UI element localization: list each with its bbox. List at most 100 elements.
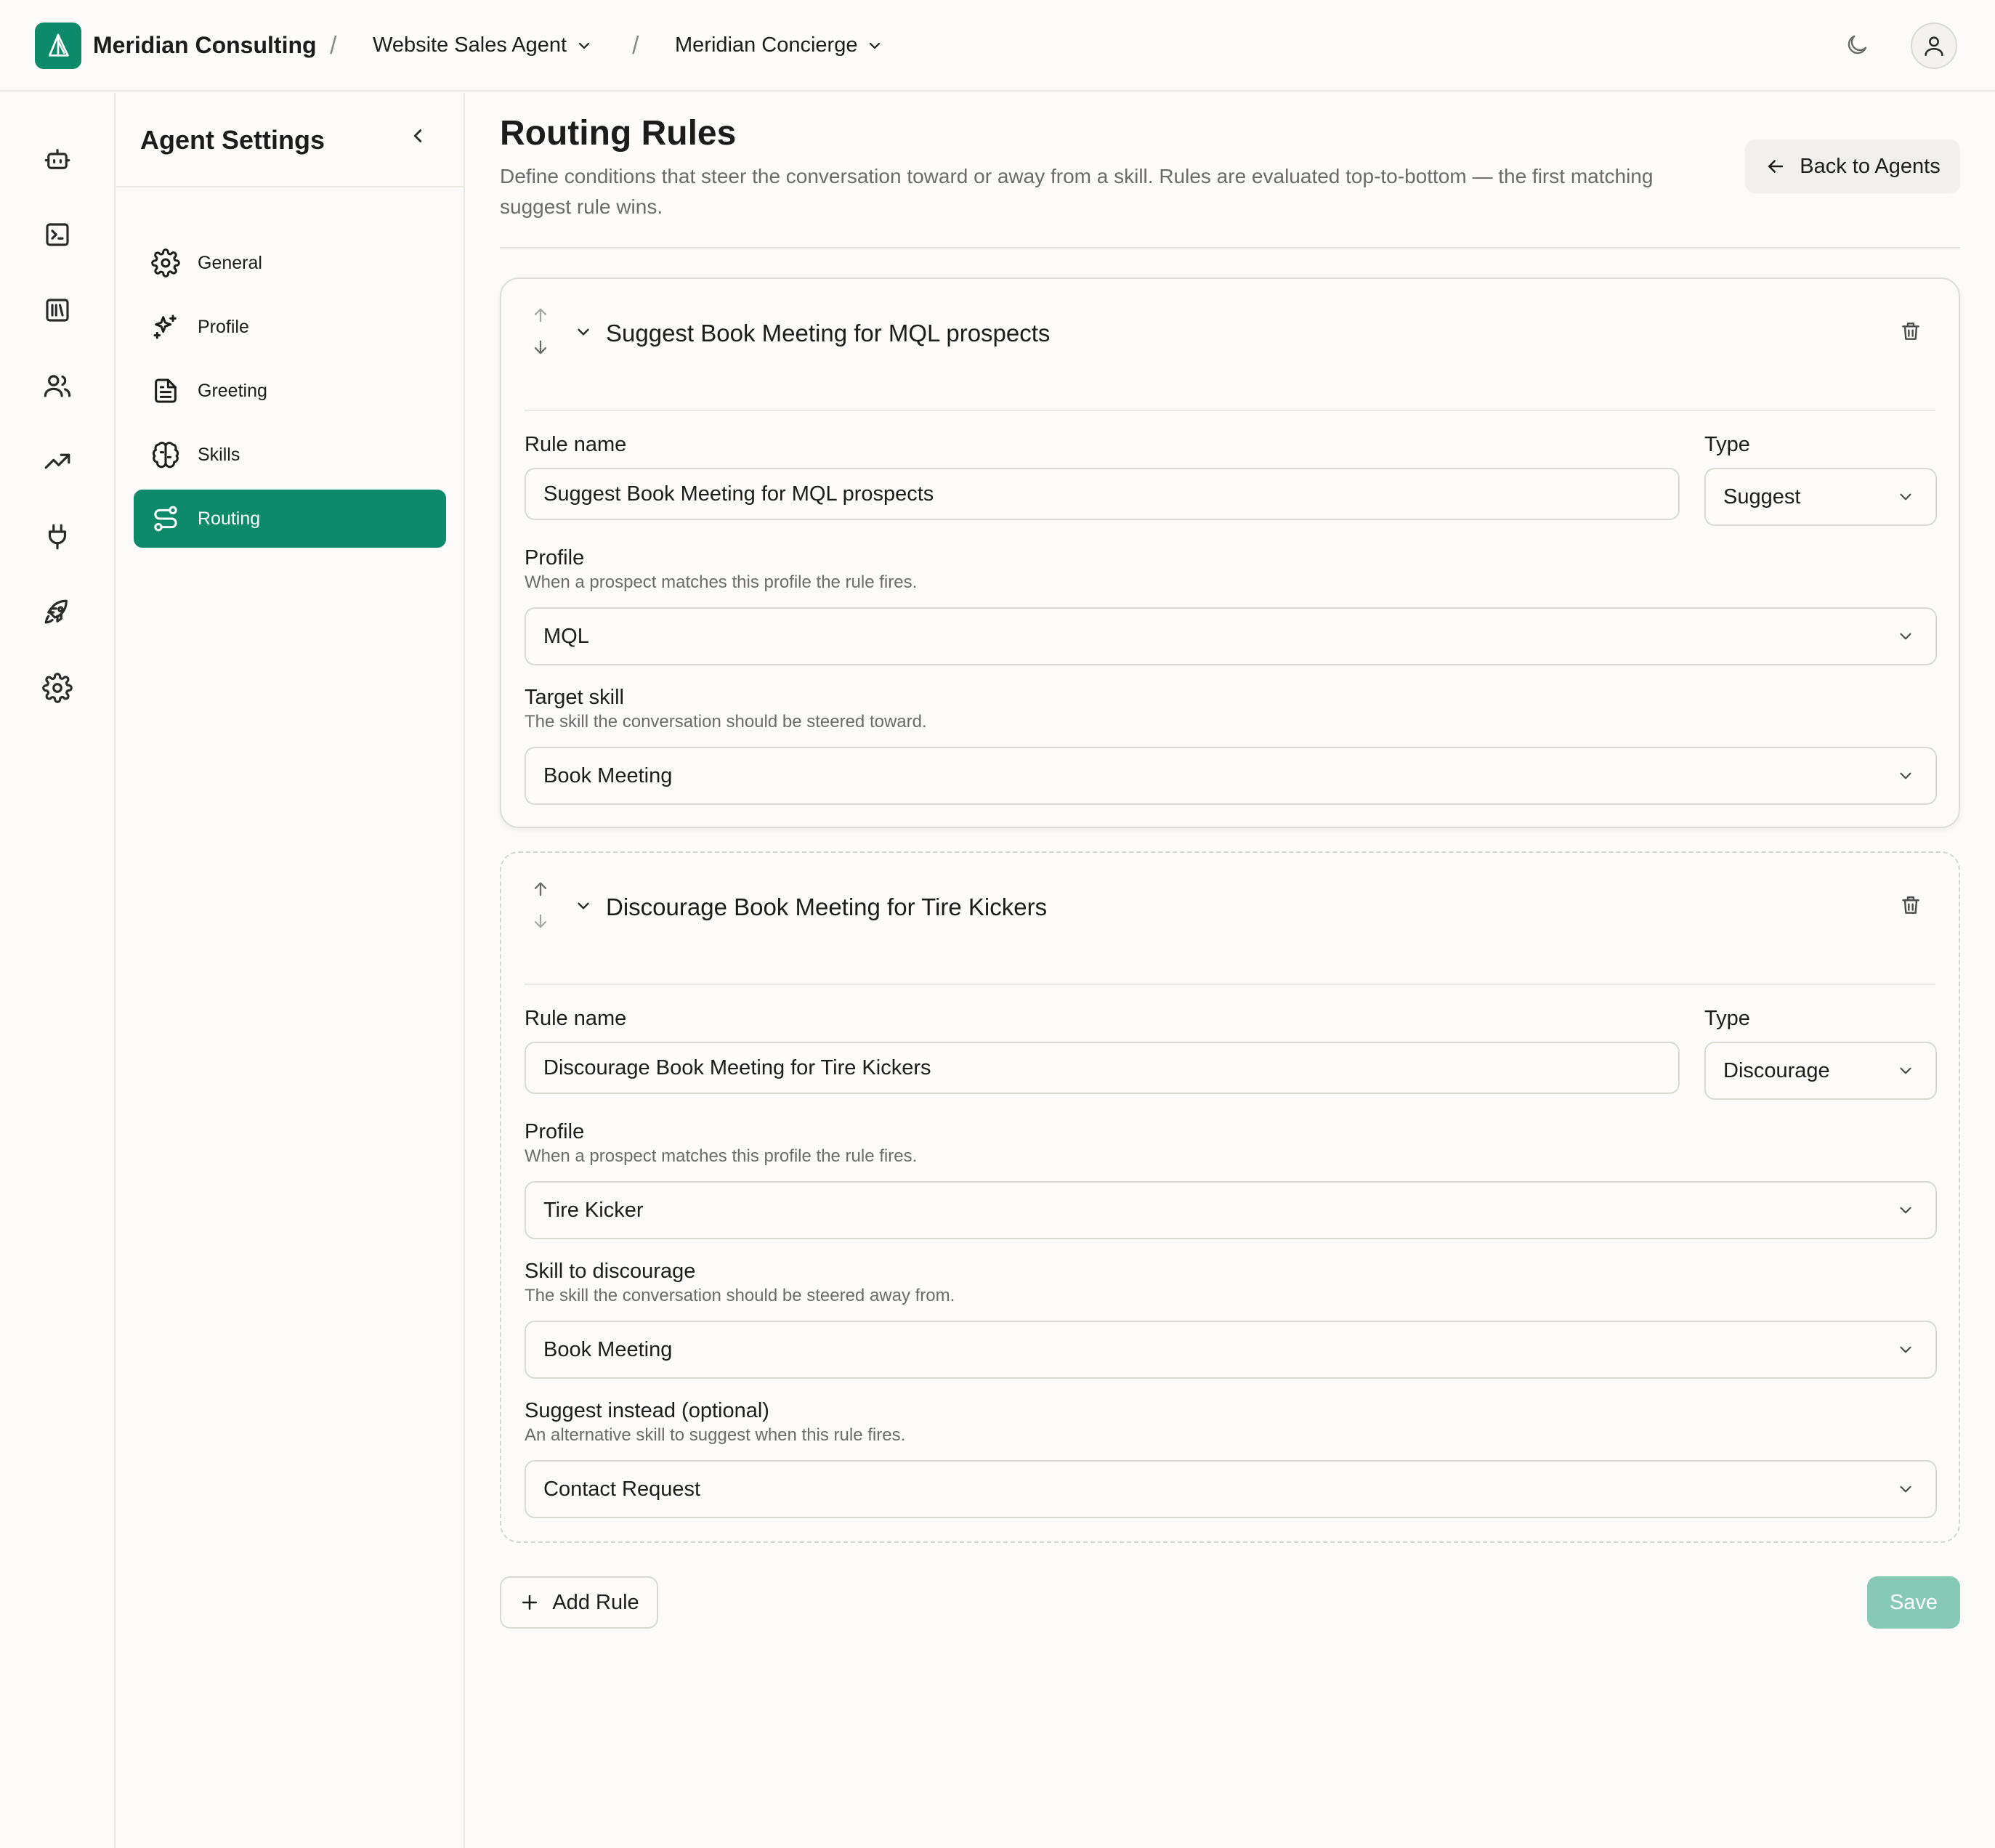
profile-value: Tire Kicker	[543, 1198, 644, 1222]
rule-name-value: Discourage Book Meeting for Tire Kickers	[543, 1055, 931, 1079]
rule-name-label: Rule name	[525, 433, 627, 456]
user-icon	[1925, 36, 1943, 57]
header-divider	[500, 247, 1960, 248]
profile-label: Profile	[525, 546, 585, 570]
target-skill-value: Book Meeting	[543, 763, 673, 787]
terminal-icon[interactable]	[42, 219, 73, 250]
avatar[interactable]	[1911, 23, 1957, 69]
rule-name-input[interactable]: Suggest Book Meeting for MQL prospects	[525, 468, 1680, 520]
type-select[interactable]: Discourage	[1704, 1042, 1937, 1100]
trending-up-icon[interactable]	[42, 446, 73, 477]
breadcrumb-separator: /	[632, 32, 639, 60]
type-label: Type	[1704, 433, 1750, 456]
target-skill-label: Target skill	[525, 686, 624, 709]
skill-to-discourage-value: Book Meeting	[543, 1337, 673, 1361]
rule-name-label: Rule name	[525, 1007, 627, 1030]
org-name[interactable]: Meridian Consulting	[93, 32, 317, 59]
chevron-down-icon	[1896, 766, 1915, 785]
sidebar-item-label: General	[198, 252, 262, 273]
agent-settings-sidebar: Agent Settings General Profile Greeting …	[116, 93, 465, 1848]
brain-icon	[151, 440, 180, 469]
top-bar: Meridian Consulting / Website Sales Agen…	[0, 0, 1995, 92]
suggest-instead-label: Suggest instead (optional)	[525, 1399, 769, 1422]
rule-card: Discourage Book Meeting for Tire Kickers…	[500, 851, 1960, 1543]
sidebar-item-skills[interactable]: Skills	[134, 426, 446, 484]
gear-icon	[151, 248, 180, 277]
breadcrumb-concierge-selector[interactable]: Meridian Concierge	[675, 33, 883, 57]
page-description: Define conditions that steer the convers…	[500, 165, 1654, 218]
rule-name-input[interactable]: Discourage Book Meeting for Tire Kickers	[525, 1042, 1680, 1094]
type-value: Suggest	[1723, 485, 1801, 508]
users-icon[interactable]	[42, 370, 73, 401]
skill-to-discourage-hint: The skill the conversation should be ste…	[525, 1286, 955, 1305]
plus-icon	[519, 1592, 541, 1613]
plug-icon[interactable]	[42, 522, 73, 552]
card-divider	[525, 984, 1935, 985]
chevron-down-icon	[1896, 1061, 1915, 1080]
route-icon	[151, 504, 180, 533]
sparkles-icon	[151, 312, 180, 341]
rule-title[interactable]: Discourage Book Meeting for Tire Kickers	[606, 893, 1047, 921]
skill-to-discourage-label: Skill to discourage	[525, 1260, 696, 1283]
sidebar-item-general[interactable]: General	[134, 234, 446, 292]
bot-icon[interactable]	[42, 144, 73, 174]
library-icon[interactable]	[42, 295, 73, 325]
add-rule-label: Add Rule	[552, 1590, 639, 1614]
profile-hint: When a prospect matches this profile the…	[525, 1146, 918, 1166]
sidebar-title: Agent Settings	[140, 125, 325, 155]
moon-icon[interactable]	[1844, 32, 1870, 58]
target-skill-hint: The skill the conversation should be ste…	[525, 712, 927, 732]
add-rule-button[interactable]: Add Rule	[500, 1576, 658, 1629]
profile-label: Profile	[525, 1120, 585, 1143]
arrow-left-icon	[1765, 155, 1786, 177]
type-select[interactable]: Suggest	[1704, 468, 1937, 526]
sidebar-header: Agent Settings	[116, 93, 464, 187]
gear-icon[interactable]	[42, 673, 73, 703]
chevron-down-icon	[1896, 1480, 1915, 1499]
rocket-icon[interactable]	[42, 597, 73, 628]
profile-select[interactable]: Tire Kicker	[525, 1181, 1937, 1239]
skill-to-discourage-select[interactable]: Book Meeting	[525, 1321, 1937, 1379]
sidebar-item-label: Profile	[198, 316, 249, 337]
rule-title[interactable]: Suggest Book Meeting for MQL prospects	[606, 320, 1050, 347]
chevron-down-icon	[866, 37, 883, 54]
chevron-down-icon	[1896, 627, 1915, 646]
arrow-up-icon[interactable]	[530, 305, 551, 325]
arrow-down-icon[interactable]	[530, 337, 551, 357]
target-skill-select[interactable]: Book Meeting	[525, 747, 1937, 805]
chevron-down-icon[interactable]	[574, 896, 593, 915]
back-to-agents-button[interactable]: Back to Agents	[1745, 139, 1960, 193]
document-icon	[151, 376, 180, 405]
type-label: Type	[1704, 1007, 1750, 1030]
suggest-instead-value: Contact Request	[543, 1477, 701, 1501]
chevron-left-icon[interactable]	[407, 125, 429, 147]
chevron-down-icon	[575, 37, 593, 54]
sidebar-item-label: Routing	[198, 508, 261, 529]
trash-icon[interactable]	[1899, 320, 1922, 343]
rule-card: Suggest Book Meeting for MQL prospects R…	[500, 277, 1960, 828]
page-title: Routing Rules	[500, 114, 737, 153]
breadcrumb-agent-selector[interactable]: Website Sales Agent	[373, 33, 593, 57]
sidebar-item-greeting[interactable]: Greeting	[134, 362, 446, 420]
type-value: Discourage	[1723, 1058, 1830, 1082]
suggest-instead-select[interactable]: Contact Request	[525, 1460, 1937, 1518]
breadcrumb-agent-label: Website Sales Agent	[373, 33, 567, 57]
save-button[interactable]: Save	[1867, 1576, 1960, 1629]
breadcrumb-separator: /	[330, 32, 337, 60]
chevron-down-icon	[1896, 1201, 1915, 1220]
logo-icon[interactable]	[35, 23, 81, 69]
trash-icon[interactable]	[1899, 893, 1922, 917]
profile-value: MQL	[543, 624, 589, 648]
suggest-instead-hint: An alternative skill to suggest when thi…	[525, 1425, 906, 1445]
breadcrumb-concierge-label: Meridian Concierge	[675, 33, 858, 57]
sidebar-item-profile[interactable]: Profile	[134, 298, 446, 356]
arrow-up-icon[interactable]	[530, 879, 551, 899]
rule-name-value: Suggest Book Meeting for MQL prospects	[543, 482, 934, 506]
profile-select[interactable]: MQL	[525, 607, 1937, 665]
chevron-down-icon[interactable]	[574, 323, 593, 341]
sidebar-item-routing[interactable]: Routing	[134, 490, 446, 548]
back-to-agents-label: Back to Agents	[1800, 154, 1941, 178]
profile-hint: When a prospect matches this profile the…	[525, 572, 918, 592]
icon-rail	[0, 93, 116, 1848]
arrow-down-icon[interactable]	[530, 911, 551, 931]
